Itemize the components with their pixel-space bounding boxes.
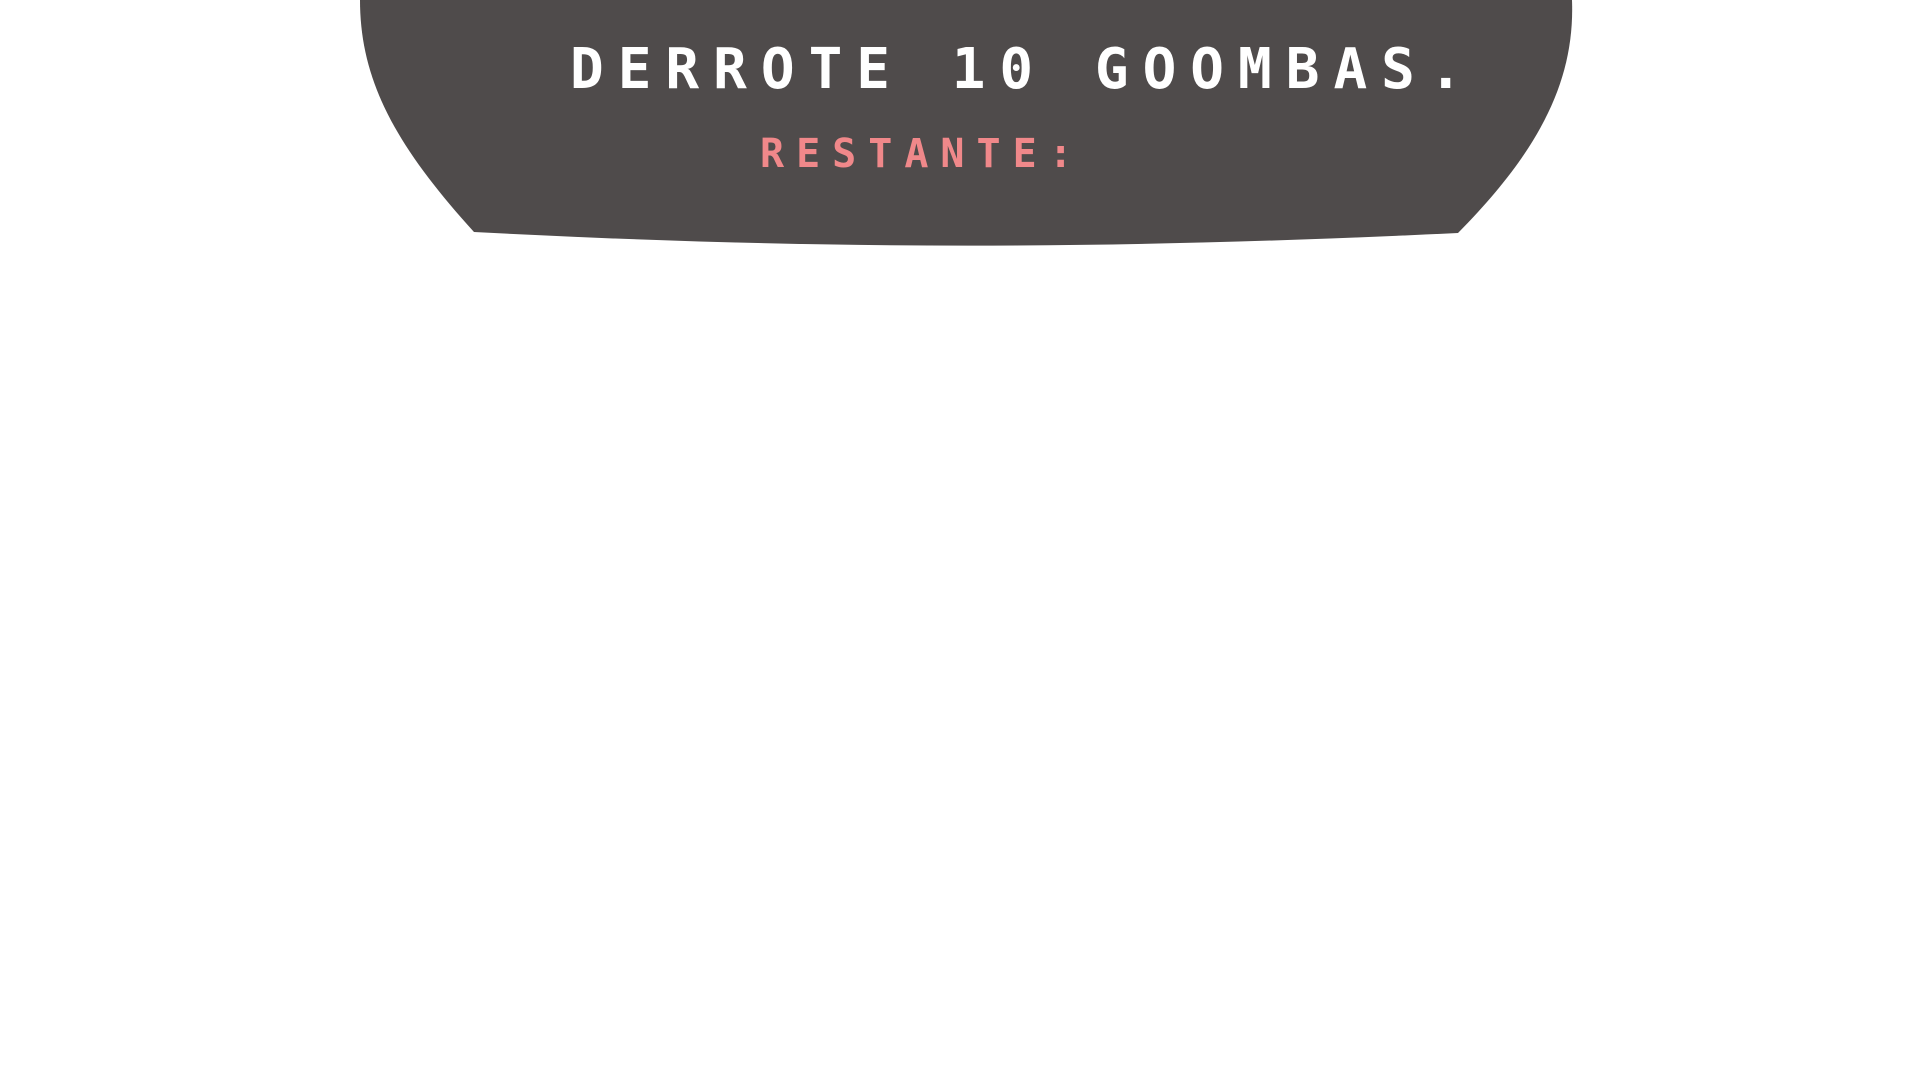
game-screen: DERROTE 10 GOOMBAS. RESTANTE: xyxy=(0,0,1920,1080)
remaining-counter: RESTANTE: xyxy=(760,132,1097,176)
mission-banner: DERROTE 10 GOOMBAS. RESTANTE: xyxy=(0,0,1920,260)
mission-objective-text: DERROTE 10 GOOMBAS. xyxy=(570,37,1477,102)
remaining-label: RESTANTE: xyxy=(760,131,1085,177)
